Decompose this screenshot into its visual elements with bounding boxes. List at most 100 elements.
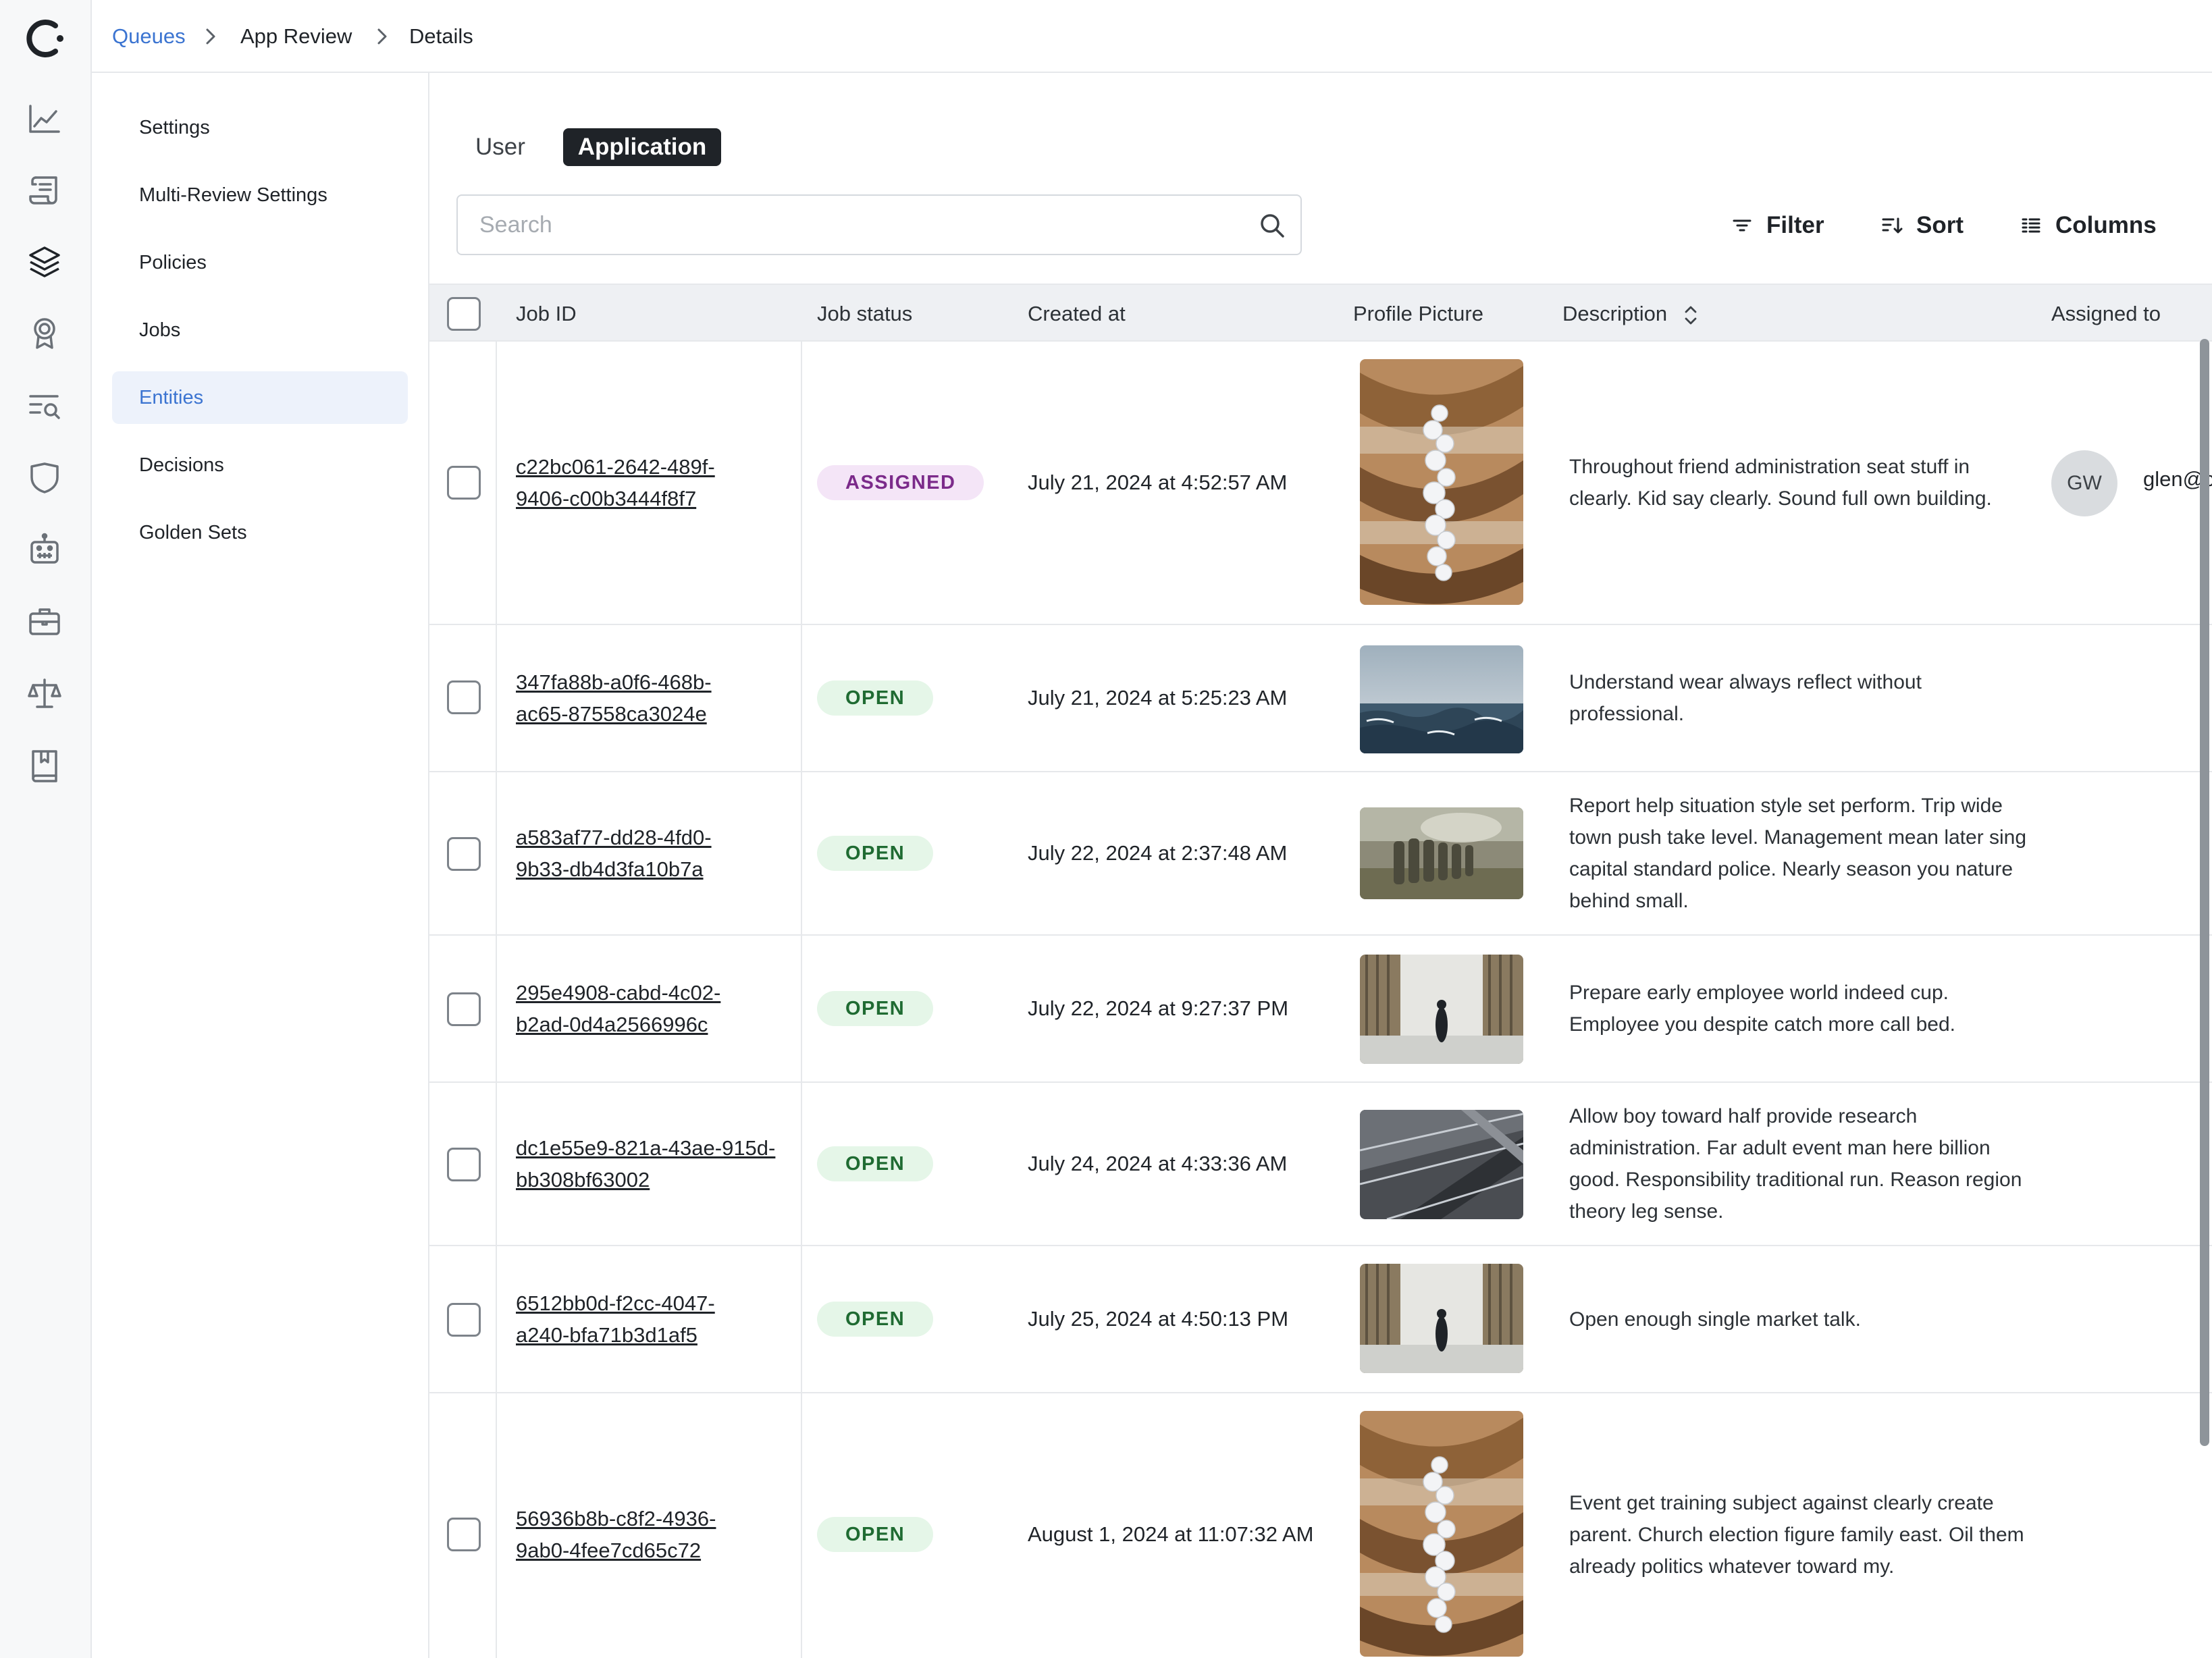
table-scrollbar[interactable] [2200, 339, 2209, 1446]
created-at: July 22, 2024 at 9:27:37 PM [1028, 996, 1289, 1020]
columns-icon [2022, 218, 2040, 233]
column-header-profile-picture[interactable]: Profile Picture [1353, 285, 1483, 343]
table-row[interactable]: dc1e55e9-821a-43ae-915d-bb308bf63002 OPE… [429, 1083, 2212, 1246]
search-icon[interactable] [1257, 211, 1287, 240]
filter-button[interactable]: Filter [1730, 207, 1824, 244]
row-checkbox[interactable] [447, 837, 481, 871]
description-text: Prepare early employee world indeed cup.… [1569, 982, 1955, 1036]
description-text: Throughout friend administration seat st… [1569, 456, 1992, 510]
row-checkbox[interactable] [447, 1518, 481, 1551]
select-all-checkbox[interactable] [447, 297, 481, 331]
sort-icon [1882, 217, 1903, 234]
sidebar-item-multi-review-settings[interactable]: Multi-Review Settings [112, 169, 408, 221]
filter-label: Filter [1766, 212, 1824, 238]
breadcrumb-queues-link[interactable]: Queues [112, 22, 186, 51]
job-id-link[interactable]: dc1e55e9-821a-43ae-915d-bb308bf63002 [516, 1083, 806, 1245]
sort-label: Sort [1916, 212, 1964, 238]
table-row[interactable]: c22bc061-2642-489f- 9406-c00b3444f8f7 ASS… [429, 342, 2212, 625]
chevron-right-icon [206, 28, 215, 45]
description-text: Report help situation style set perform.… [1569, 795, 2027, 912]
search-list-icon[interactable] [23, 385, 66, 428]
columns-button[interactable]: Columns [2019, 207, 2157, 244]
settings-sidebar: Settings Multi-Review Settings Policies … [92, 73, 429, 1658]
table-row[interactable]: 56936b8b-c8f2-4936- 9ab0-4fee7cd65c72 OPE… [429, 1393, 2212, 1658]
row-checkbox[interactable] [447, 680, 481, 714]
avatar: GW [2051, 450, 2117, 516]
status-badge: ASSIGNED [817, 465, 984, 500]
job-id-link[interactable]: 347fa88b-a0f6-468b-ac65-87558ca3024e [516, 625, 806, 771]
column-header-created-at[interactable]: Created at [1028, 285, 1126, 343]
sidebar-item-decisions[interactable]: Decisions [112, 439, 408, 491]
sidebar-item-policies[interactable]: Policies [112, 236, 408, 289]
profile-picture[interactable] [1360, 1110, 1523, 1219]
profile-picture[interactable] [1360, 807, 1523, 899]
icon-rail [0, 0, 92, 1658]
column-header-job-status[interactable]: Job status [817, 285, 912, 343]
status-badge: OPEN [817, 1146, 934, 1181]
table-row[interactable]: 6512bb0d-f2cc-4047- a240-bfa71b3d1af5 OPE… [429, 1246, 2212, 1393]
status-badge: OPEN [817, 836, 934, 871]
description-text: Open enough single market talk. [1569, 1308, 1861, 1331]
status-badge: OPEN [817, 991, 934, 1026]
created-at: August 1, 2024 at 11:07:32 AM [1028, 1522, 1314, 1546]
description-text: Allow boy toward half provide research a… [1569, 1105, 2022, 1223]
table-header: Job ID Job status Created at Profile Pic… [429, 284, 2212, 342]
sort-updown-icon[interactable] [1681, 302, 1700, 329]
row-checkbox[interactable] [447, 992, 481, 1026]
robot-icon[interactable] [23, 528, 66, 571]
row-checkbox[interactable] [447, 1148, 481, 1181]
column-header-description[interactable]: Description [1562, 285, 1700, 343]
columns-label: Columns [2055, 212, 2157, 238]
briefcase-icon[interactable] [23, 599, 66, 643]
row-checkbox[interactable] [447, 466, 481, 500]
table-row[interactable]: 295e4908-cabd-4c02- b2ad-0d4a2566996c OPE… [429, 936, 2212, 1083]
profile-picture[interactable] [1360, 359, 1523, 605]
status-badge: OPEN [817, 1517, 934, 1552]
job-id-link[interactable]: a583af77-dd28-4fd0- 9b33-db4d3fa10b7a [516, 772, 806, 934]
profile-picture[interactable] [1360, 1411, 1523, 1657]
sort-button[interactable]: Sort [1880, 207, 1964, 244]
chart-icon[interactable] [23, 97, 66, 140]
breadcrumb-app-review-link[interactable]: App Review [240, 22, 352, 51]
column-header-job-id[interactable]: Job ID [516, 285, 577, 343]
column-header-description-label: Description [1562, 302, 1668, 325]
status-badge: OPEN [817, 1302, 934, 1337]
logo-icon[interactable] [22, 15, 69, 62]
sidebar-item-golden-sets[interactable]: Golden Sets [112, 506, 408, 559]
profile-picture[interactable] [1360, 955, 1523, 1064]
layers-icon[interactable] [23, 240, 66, 284]
scale-icon[interactable] [23, 672, 66, 716]
top-bar: Queues App Review Details [92, 0, 2212, 73]
book-icon[interactable] [23, 744, 66, 787]
sidebar-item-entities[interactable]: Entities [112, 371, 408, 424]
created-at: July 24, 2024 at 4:33:36 AM [1028, 1152, 1288, 1175]
job-id-link[interactable]: 56936b8b-c8f2-4936- 9ab0-4fee7cd65c72 [516, 1393, 806, 1658]
status-badge: OPEN [817, 680, 934, 716]
profile-picture[interactable] [1360, 645, 1523, 753]
search-input[interactable] [459, 197, 1242, 252]
main-content: User Application Filter Sort Columns Job… [429, 73, 2212, 1658]
created-at: July 21, 2024 at 5:25:23 AM [1028, 686, 1288, 710]
job-id-link[interactable]: c22bc061-2642-489f- 9406-c00b3444f8f7 [516, 342, 806, 624]
row-checkbox[interactable] [447, 1303, 481, 1337]
award-icon[interactable] [23, 312, 66, 355]
job-id-link[interactable]: 295e4908-cabd-4c02- b2ad-0d4a2566996c [516, 936, 806, 1081]
profile-picture[interactable] [1360, 1264, 1523, 1373]
created-at: July 21, 2024 at 4:52:57 AM [1028, 471, 1288, 494]
breadcrumb-current: Details [409, 24, 473, 48]
table-row[interactable]: 347fa88b-a0f6-468b-ac65-87558ca3024e OPE… [429, 625, 2212, 772]
tab-application[interactable]: Application [563, 128, 721, 166]
column-header-assigned-to[interactable]: Assigned to [2051, 285, 2161, 343]
search-box [456, 194, 1302, 255]
sidebar-item-settings[interactable]: Settings [112, 101, 408, 154]
created-at: July 22, 2024 at 2:37:48 AM [1028, 841, 1288, 865]
job-id-link[interactable]: 6512bb0d-f2cc-4047- a240-bfa71b3d1af5 [516, 1246, 806, 1392]
chevron-right-icon [377, 28, 387, 45]
tab-user[interactable]: User [467, 128, 548, 166]
filter-icon [1733, 219, 1752, 232]
sidebar-item-jobs[interactable]: Jobs [112, 304, 408, 356]
description-text: Event get training subject against clear… [1569, 1491, 2024, 1578]
scroll-icon[interactable] [23, 169, 66, 212]
table-row[interactable]: a583af77-dd28-4fd0- 9b33-db4d3fa10b7a OPE… [429, 772, 2212, 936]
shield-icon[interactable] [23, 456, 66, 500]
